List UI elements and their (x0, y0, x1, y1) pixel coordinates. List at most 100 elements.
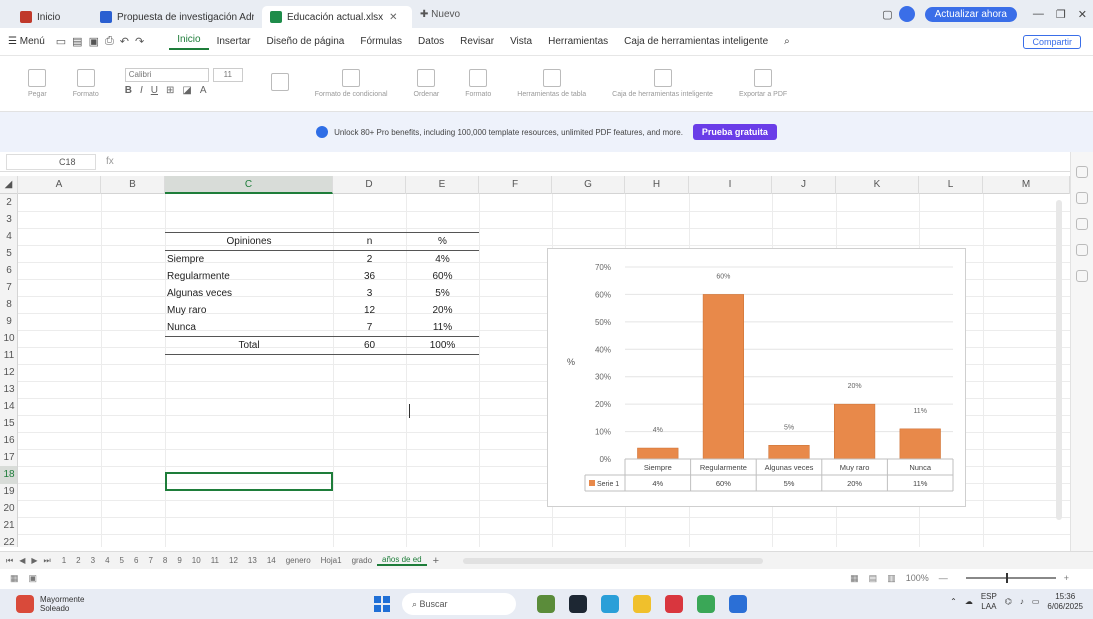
row-header[interactable]: 7 (0, 279, 17, 297)
layout-icon[interactable]: ▢ (882, 8, 892, 21)
menu-insertar[interactable]: Insertar (209, 36, 259, 47)
bar-chart[interactable]: 0% 10% 20% 30% 40% 50% 60% 70%% 4% 60% 5% 20% 11% Sie… (547, 248, 966, 507)
weather-widget[interactable]: Mayormente Soleado (16, 595, 84, 613)
bold-icon[interactable]: B (125, 85, 132, 96)
italic-icon[interactable]: I (140, 85, 143, 96)
tab-inicio[interactable]: Inicio (12, 6, 92, 28)
row-header[interactable]: 5 (0, 245, 17, 263)
ribbon-align[interactable] (270, 72, 289, 95)
ribbon-smart-toolbox[interactable]: Caja de herramientas inteligente (612, 69, 713, 98)
zoom-level[interactable]: 100% (906, 573, 929, 583)
font-color-icon[interactable]: A (200, 85, 207, 96)
row-header[interactable]: 12 (0, 364, 17, 382)
table-total-n[interactable]: 60 (333, 337, 406, 354)
row-header[interactable]: 4 (0, 228, 17, 246)
sheet-tab[interactable]: 9 (172, 556, 186, 565)
column-header[interactable]: M (983, 176, 1070, 194)
undo-icon[interactable]: ↶ (120, 35, 129, 48)
table-cell[interactable]: 3 (333, 285, 406, 302)
menu-diseno-pagina[interactable]: Diseño de página (259, 36, 353, 47)
table-cell[interactable]: Siempre (167, 251, 204, 268)
table-total-label[interactable]: Total (165, 337, 333, 354)
table-cell[interactable]: 12 (333, 302, 406, 319)
open-file-icon[interactable]: ▤ (72, 35, 82, 48)
close-window-icon[interactable]: ✕ (1078, 8, 1087, 21)
column-header[interactable]: A (18, 176, 101, 194)
menu-datos[interactable]: Datos (410, 36, 452, 47)
name-box[interactable]: C18 (6, 153, 96, 170)
chrome-icon[interactable] (697, 595, 715, 613)
table-header-percent[interactable]: % (406, 233, 479, 250)
print-icon[interactable]: ⎙ (105, 35, 114, 48)
row-header[interactable]: 11 (0, 347, 17, 365)
sheet-tab[interactable]: 1 (57, 556, 71, 565)
sheet-tab[interactable]: genero (281, 556, 316, 565)
close-tab-icon[interactable]: ✕ (389, 12, 397, 23)
add-sheet-icon[interactable]: + (433, 555, 439, 567)
table-total-percent[interactable]: 100% (406, 337, 479, 354)
zoom-out-icon[interactable]: — (939, 573, 948, 583)
table-header-opiniones[interactable]: Opiniones (165, 233, 333, 250)
page-layout-icon[interactable]: ▤ (869, 573, 878, 584)
table-cell[interactable]: 36 (333, 268, 406, 285)
column-header[interactable]: J (772, 176, 836, 194)
save-icon[interactable]: ▣ (89, 35, 99, 48)
redo-icon[interactable]: ↷ (135, 35, 144, 48)
table-cell[interactable]: 2 (333, 251, 406, 268)
tab-document[interactable]: Propuesta de investigación Adrian... (92, 6, 262, 28)
table-cell[interactable]: Muy raro (167, 302, 206, 319)
status-icon[interactable]: ▦ (10, 573, 19, 584)
row-header[interactable]: 22 (0, 534, 17, 547)
ribbon-conditional-format[interactable]: Formato de condicional (315, 69, 388, 98)
column-header[interactable]: F (479, 176, 552, 194)
horizontal-scrollbar[interactable] (463, 557, 764, 564)
sheet-tab[interactable]: 11 (206, 556, 224, 565)
fill-color-icon[interactable]: ◪ (182, 85, 191, 96)
column-header[interactable]: I (689, 176, 772, 194)
row-header[interactable]: 8 (0, 296, 17, 314)
column-header[interactable]: B (101, 176, 165, 194)
row-header[interactable]: 21 (0, 517, 17, 535)
ribbon-table-tools[interactable]: Herramientas de tabla (517, 69, 586, 98)
menu-caja-herramientas[interactable]: Caja de herramientas inteligente (616, 36, 776, 47)
font-size-select[interactable]: 11 (212, 68, 243, 82)
minimize-icon[interactable]: — (1033, 8, 1044, 20)
ribbon-format-painter[interactable]: Formato (73, 69, 99, 98)
table-header-n[interactable]: n (333, 233, 406, 250)
row-header[interactable]: 16 (0, 432, 17, 450)
row-header[interactable]: 20 (0, 500, 17, 518)
free-trial-button[interactable]: Prueba gratuita (692, 124, 777, 140)
store-icon[interactable] (729, 595, 747, 613)
windows-start-icon[interactable] (374, 596, 390, 612)
column-header[interactable]: L (919, 176, 983, 194)
table-cell[interactable]: 60% (406, 268, 479, 285)
sheet-tab[interactable]: 5 (115, 556, 129, 565)
font-name-select[interactable]: Calibri (124, 68, 209, 82)
sheet-tab[interactable]: 3 (86, 556, 100, 565)
row-header[interactable]: 2 (0, 194, 17, 212)
sheet-nav-prev-icon[interactable]: ◀ (19, 556, 25, 565)
table-cell[interactable]: Regularmente (167, 268, 230, 285)
tray-expand-icon[interactable]: ⌃ (950, 597, 957, 607)
fx-icon[interactable]: fx (106, 156, 114, 167)
column-header[interactable]: E (406, 176, 479, 194)
menu-herramientas[interactable]: Herramientas (540, 36, 616, 47)
table-cell[interactable]: 11% (406, 319, 479, 336)
row-header[interactable]: 18 (0, 466, 17, 484)
sheet-tab[interactable]: 10 (187, 556, 206, 565)
underline-icon[interactable]: U (151, 85, 158, 96)
upgrade-button[interactable]: Actualizar ahora (924, 6, 1017, 22)
vertical-scrollbar[interactable] (1056, 200, 1062, 520)
sheet-tab[interactable]: 14 (262, 556, 281, 565)
sheet-tab[interactable]: 2 (71, 556, 85, 565)
row-header[interactable]: 14 (0, 398, 17, 416)
side-tool-icon[interactable] (1076, 166, 1088, 178)
side-tool-icon[interactable] (1076, 244, 1088, 256)
table-cell[interactable]: 20% (406, 302, 479, 319)
row-header[interactable]: 13 (0, 381, 17, 399)
zoom-slider[interactable] (965, 573, 1056, 583)
zoom-in-icon[interactable]: + (1064, 573, 1069, 583)
side-tool-icon[interactable] (1076, 218, 1088, 230)
wps-app-icon[interactable] (665, 595, 683, 613)
sheet-tab[interactable]: 7 (143, 556, 157, 565)
